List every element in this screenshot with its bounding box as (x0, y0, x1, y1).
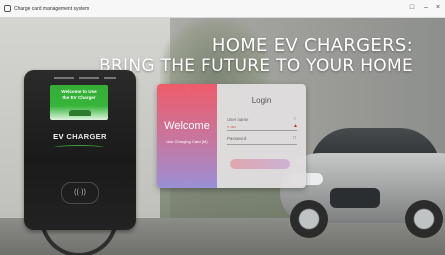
login-form: Login User name ○ » •••• ▲ Password □ (217, 84, 306, 188)
charger-brand-ev: EV (53, 132, 64, 141)
window-title: Charge card management system (14, 5, 90, 12)
ev-charger-device: Welcome to Use the EV Charger EV CHARGER… (24, 70, 136, 230)
car-rear-wheel (405, 200, 443, 238)
nfc-reader-icon: ((·)) (61, 182, 99, 204)
welcome-panel: ··· Welcome Use Charging Card (M) ··· (157, 84, 217, 188)
charger-screen-car-icon (69, 110, 91, 116)
warning-icon: ▲ (293, 123, 298, 129)
charger-led-bar (54, 77, 74, 79)
login-dialog: ··· Welcome Use Charging Card (M) ··· Lo… (157, 84, 306, 188)
password-label: Password (227, 136, 247, 141)
charger-screen-line-2: the EV Charger (62, 94, 96, 100)
charger-logo-swoosh (54, 145, 104, 150)
car-grille (330, 188, 380, 208)
charger-led-bar (104, 77, 116, 79)
headline: HOME EV CHARGERS: BRING THE FUTURE TO YO… (98, 35, 413, 77)
welcome-panel-top-mark: ··· (185, 87, 189, 91)
charger-screen: Welcome to Use the EV Charger (50, 85, 108, 120)
charger-screen-text: Welcome to Use the EV Charger (50, 89, 108, 100)
username-input[interactable]: » •••• (227, 124, 236, 129)
username-underline (227, 130, 297, 131)
lock-icon: □ (293, 135, 297, 141)
maximize-button[interactable]: □ (406, 2, 418, 14)
app-icon (4, 5, 11, 12)
welcome-panel-bottom-mark: ··· (185, 180, 189, 184)
charger-led-bar (79, 77, 99, 79)
login-title: Login (251, 96, 272, 105)
user-icon: ○ (293, 116, 297, 122)
minimize-button[interactable]: – (420, 2, 432, 14)
charger-brand: EV CHARGER (24, 132, 136, 141)
headline-line-2: BRING THE FUTURE TO YOUR HOME (98, 56, 413, 76)
charger-brand-rest: CHARGER (63, 132, 107, 141)
welcome-subtitle: Use Charging Card (M) (166, 139, 208, 144)
password-input[interactable] (227, 144, 297, 145)
close-button[interactable]: × (432, 2, 444, 14)
window-title-bar: Charge card management system □ – × (0, 0, 445, 18)
login-button[interactable] (230, 159, 290, 169)
headline-line-1: HOME EV CHARGERS: (211, 35, 413, 56)
username-label: User name (227, 117, 249, 122)
welcome-heading: Welcome (164, 120, 210, 132)
car-front-wheel (290, 200, 328, 238)
